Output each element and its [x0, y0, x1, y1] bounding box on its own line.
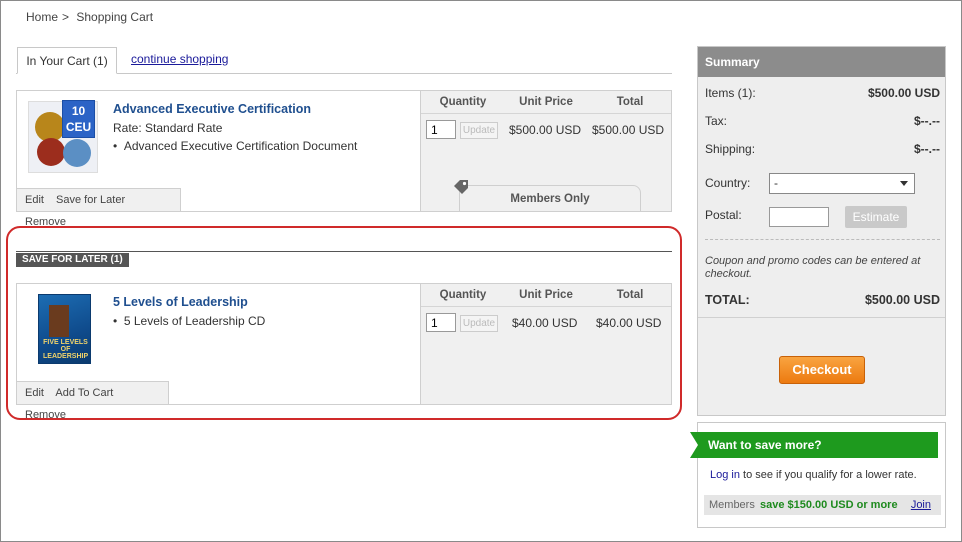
- breadcrumb-home[interactable]: Home: [26, 10, 58, 24]
- summary-items-row: Items (1): $500.00 USD: [705, 86, 940, 100]
- estimate-button[interactable]: Estimate: [845, 206, 907, 228]
- ceu-label: CEU: [65, 120, 92, 134]
- saved-item-unit-price: $40.00 USD: [512, 316, 578, 330]
- book-cover-title: FIVE LEVELS OF LEADERSHIP: [43, 339, 89, 360]
- unit-price-header: Unit Price: [519, 96, 573, 108]
- saved-unit-price-header: Unit Price: [519, 289, 573, 301]
- cart-item-bullet-text: Advanced Executive Certification Documen…: [123, 139, 358, 153]
- bullet-dot: •: [113, 139, 124, 153]
- saved-item-add-to-cart-link[interactable]: Add To Cart: [55, 387, 113, 399]
- saved-item-bullet: • 5 Levels of Leadership CD: [113, 314, 265, 328]
- summary-postal-label: Postal:: [705, 208, 742, 222]
- summary-country-row: Country: -: [705, 173, 940, 195]
- saved-item-bullet-text: 5 Levels of Leadership CD: [123, 314, 266, 328]
- summary-total-value: $500.00 USD: [864, 293, 940, 307]
- saved-item-edit-link[interactable]: Edit: [25, 387, 44, 399]
- summary-divider: [705, 239, 940, 240]
- coupon-note: Coupon and promo codes can be entered at…: [705, 255, 921, 280]
- cart-item-edit-link[interactable]: Edit: [25, 194, 44, 206]
- bullet-dot: •: [113, 314, 124, 328]
- login-text: to see if you qualify for a lower rate.: [739, 469, 917, 481]
- checkout-button[interactable]: Checkout: [779, 356, 865, 384]
- postal-input[interactable]: [769, 207, 829, 227]
- save-for-later-label: SAVE FOR LATER (1): [16, 253, 129, 267]
- cart-item-rate: Rate: Standard Rate: [113, 121, 223, 135]
- country-select[interactable]: -: [769, 173, 915, 194]
- cart-item-bullet: • Advanced Executive Certification Docum…: [113, 139, 357, 153]
- book-thumbnail[interactable]: FIVE LEVELS OF LEADERSHIP: [38, 294, 91, 364]
- continue-shopping-link[interactable]: continue shopping: [131, 52, 228, 66]
- thumb-circle-red: [37, 138, 65, 166]
- country-select-value: -: [774, 176, 778, 190]
- saved-item-remove-link[interactable]: Remove: [25, 409, 66, 421]
- summary-separator: [698, 317, 945, 318]
- quantity-header: Quantity: [439, 96, 487, 108]
- summary-items-value: $500.00 USD: [867, 86, 940, 100]
- summary-items-label: Items (1):: [705, 86, 756, 100]
- saved-item-quantity-input[interactable]: [426, 313, 456, 332]
- summary-title: Summary: [698, 47, 945, 77]
- certification-thumbnail[interactable]: 10 CEU: [28, 100, 98, 173]
- members-savings-amount: save $150.00 USD or more: [760, 499, 898, 511]
- price-tag-icon: [454, 180, 468, 194]
- summary-total-row: TOTAL: $500.00 USD: [705, 293, 940, 307]
- summary-country-label: Country:: [705, 176, 751, 190]
- tab-in-your-cart[interactable]: In Your Cart (1): [17, 47, 117, 74]
- saved-item-actions: Edit Add To Cart Remove: [17, 381, 169, 421]
- ceu-badge: 10 CEU: [62, 100, 95, 138]
- saved-item-title-link[interactable]: 5 Levels of Leadership: [113, 295, 248, 309]
- cart-item-total: $500.00 USD: [592, 123, 665, 137]
- summary-shipping-value: $--.--: [914, 142, 940, 156]
- breadcrumb-separator: >: [62, 10, 70, 24]
- saved-item-total: $40.00 USD: [596, 316, 662, 330]
- ceu-number: 10: [71, 104, 86, 118]
- save-more-banner: Want to save more?: [690, 432, 938, 458]
- cart-item-save-for-later-link[interactable]: Save for Later: [56, 194, 125, 206]
- summary-total-label: TOTAL:: [705, 293, 750, 307]
- login-line: Log in to see if you qualify for a lower…: [710, 469, 917, 481]
- login-link[interactable]: Log in: [710, 469, 740, 481]
- cart-item-unit-price: $500.00 USD: [509, 123, 582, 137]
- breadcrumb: Home > Shopping Cart: [26, 10, 157, 24]
- members-savings-row: Members save $150.00 USD or more Join: [704, 495, 941, 515]
- total-header: Total: [616, 96, 644, 108]
- order-summary: Summary Items (1): $500.00 USD Tax: $--.…: [697, 46, 946, 416]
- cart-item-quantity-input[interactable]: [426, 120, 456, 139]
- summary-shipping-label: Shipping:: [705, 142, 756, 156]
- cart-item-title-link[interactable]: Advanced Executive Certification: [113, 102, 311, 116]
- members-label: Members: [709, 499, 755, 511]
- cart-item-actions: Edit Save for Later Remove: [17, 188, 181, 228]
- save-for-later-divider: [16, 251, 672, 252]
- summary-tax-row: Tax: $--.--: [705, 114, 940, 128]
- members-only-tab[interactable]: Members Only: [459, 185, 641, 211]
- summary-shipping-row: Shipping: $--.--: [705, 142, 940, 156]
- saved-total-header: Total: [616, 289, 644, 301]
- book-cover-figure: [49, 305, 69, 337]
- saved-item-update-button[interactable]: Update: [460, 315, 498, 332]
- summary-tax-label: Tax:: [705, 114, 728, 128]
- join-link[interactable]: Join: [911, 495, 931, 515]
- summary-tax-value: $--.--: [914, 114, 940, 128]
- chevron-down-icon: [900, 181, 908, 186]
- breadcrumb-current: Shopping Cart: [76, 10, 154, 24]
- thumb-circle-blue: [63, 139, 91, 167]
- cart-item-update-button[interactable]: Update: [460, 122, 498, 139]
- summary-postal-row: Postal: Estimate: [705, 206, 940, 229]
- saved-quantity-header: Quantity: [439, 289, 487, 301]
